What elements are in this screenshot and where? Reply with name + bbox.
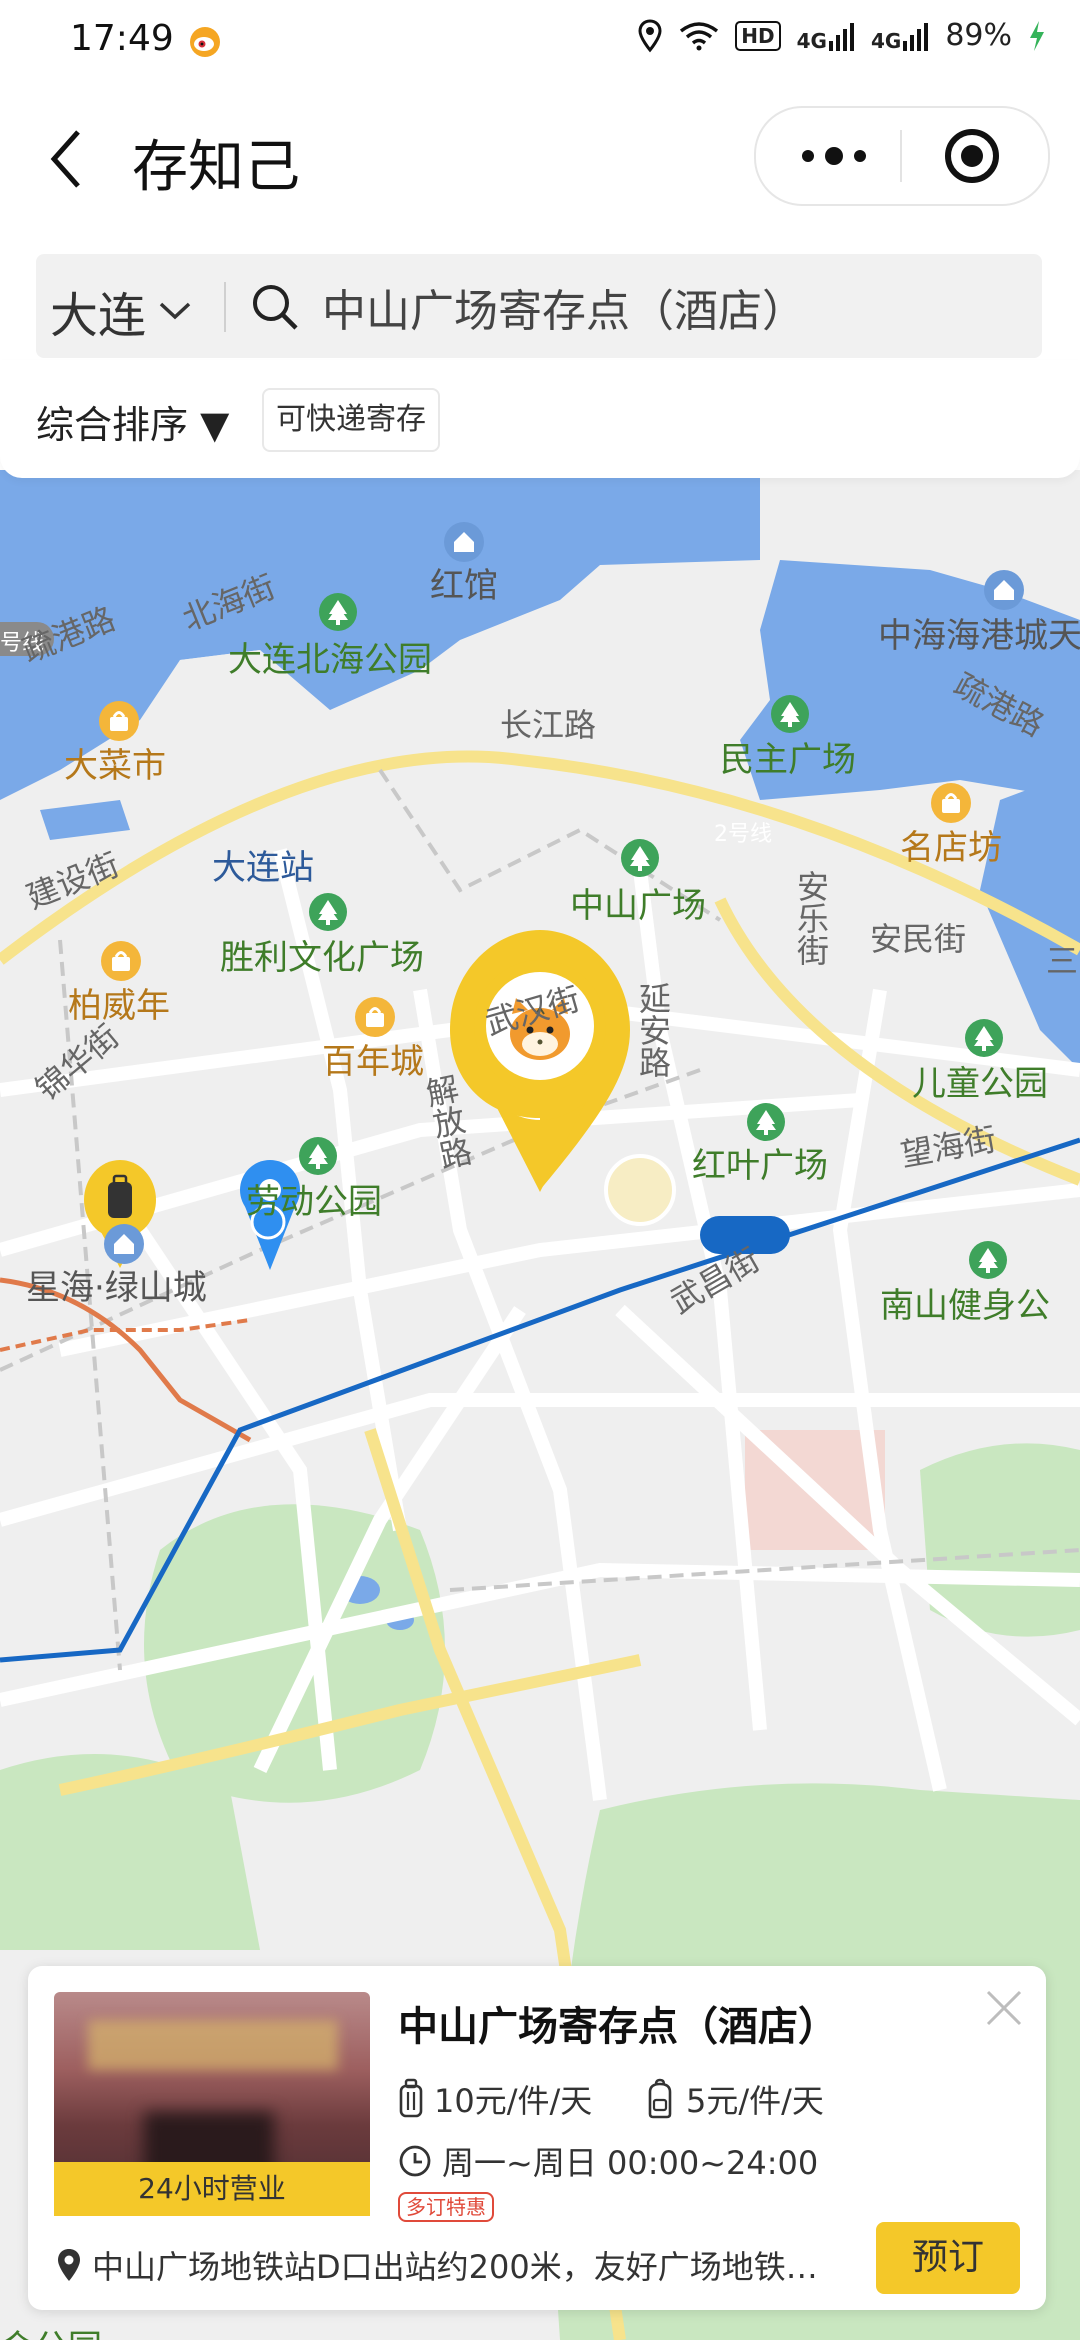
map-label-line2: 2号线	[714, 822, 772, 847]
weibo-icon	[190, 27, 220, 57]
shopping-poi-icon-2	[931, 783, 971, 823]
rail-lines	[0, 768, 1080, 1671]
home-poi-icon	[444, 522, 484, 562]
location-icon	[638, 18, 662, 52]
price-backpack: 5元/件/天	[644, 2076, 824, 2122]
store-card[interactable]: 24小时营业 中山广场寄存点（酒店） 10元/件/天 5元/件/天 周一~周日 …	[28, 1966, 1046, 2310]
price-backpack-text: 5元/件/天	[686, 2082, 824, 2120]
hours-badge: 24小时营业	[54, 2162, 370, 2216]
zhongshan-roundabout	[604, 1154, 676, 1226]
signal-icon-2: 4G	[871, 21, 929, 51]
map-label-laodong-park: 劳动公园	[246, 1182, 382, 1222]
map-label-zhongshan-square: 中山广场	[570, 886, 706, 926]
filter-bar: 综合排序 ▼ 可快递寄存	[0, 360, 1080, 478]
park-poi-icon-6	[747, 1103, 785, 1141]
map-label-dalian-station: 大连站	[212, 848, 314, 888]
close-target-icon[interactable]	[942, 126, 1002, 186]
map-label-honguan: 红馆	[430, 566, 498, 606]
park-poi-icon-2	[771, 695, 809, 733]
signal-icon-1: 4G	[797, 21, 855, 51]
status-time: 17:49	[70, 18, 174, 59]
store-photo-sign	[88, 2020, 338, 2070]
map-label-mingdianfang: 名店坊	[900, 828, 1002, 868]
map-label-changjiang-road: 长江路	[500, 706, 597, 744]
map-label-beihai-park: 大连北海公园	[228, 640, 432, 680]
shopping-poi-icon	[99, 701, 139, 741]
map-label-xinghai: 星海·绿山城	[26, 1268, 207, 1308]
opening-hours: 周一~周日 00:00~24:00	[398, 2138, 818, 2184]
luggage-icon	[399, 2078, 423, 2118]
location-pin-icon	[58, 2249, 80, 2281]
price-luggage: 10元/件/天	[398, 2076, 592, 2122]
status-icons: HD 4G 4G 89%	[637, 18, 1046, 53]
search-input[interactable]	[320, 272, 1024, 342]
search-icon	[253, 285, 298, 330]
backpack-icon	[648, 2078, 672, 2119]
map-label-ertong-park: 儿童公园	[912, 1064, 1048, 1104]
hd-icon: HD	[735, 20, 781, 51]
map-label-corner: 会公园	[0, 2320, 102, 2340]
mini-program-capsule	[754, 106, 1050, 206]
store-address-text: 中山广场地铁站D口出站约200米，友好广场地铁…	[92, 2248, 818, 2286]
map-label-nanshan: 南山健身公	[880, 1286, 1050, 1326]
opening-hours-text: 周一~周日 00:00~24:00	[442, 2144, 819, 2182]
price-luggage-text: 10元/件/天	[434, 2082, 593, 2120]
map-label-dacai-market: 大菜市	[64, 746, 166, 786]
home-poi-icon-2	[984, 570, 1024, 610]
shopping-poi-icon-3	[101, 941, 141, 981]
battery-level: 89%	[945, 18, 1012, 53]
shopping-poi-icon-4	[355, 997, 395, 1037]
express-storage-filter[interactable]: 可快递寄存	[262, 388, 440, 452]
wifi-icon	[680, 21, 719, 50]
sort-dropdown[interactable]: 综合排序 ▼	[36, 394, 229, 449]
city-label: 大连	[50, 288, 147, 344]
status-bar: 17:49 HD 4G 4G 89%	[0, 0, 1080, 82]
park-poi-icon-5	[965, 1019, 1003, 1057]
search-divider	[224, 282, 226, 332]
city-selector[interactable]: 大连	[50, 276, 192, 346]
map-label-baiweinian: 柏威年	[68, 986, 170, 1026]
title-bar: 存知己	[0, 82, 1080, 232]
park-poi-icon-7	[299, 1137, 337, 1175]
map-label-yanan-road: 延安路	[634, 982, 672, 1078]
park-poi-icon-8	[969, 1241, 1007, 1279]
clock-icon	[399, 2145, 431, 2177]
book-button[interactable]: 预订	[876, 2222, 1020, 2294]
page-title: 存知己	[132, 135, 300, 200]
map-label-anle-street: 安乐街	[792, 870, 830, 966]
charging-icon	[1030, 20, 1044, 51]
close-icon[interactable]	[984, 1988, 1024, 2028]
more-icon[interactable]	[794, 138, 874, 174]
map-label-anmin-street: 安民街	[870, 920, 967, 958]
park-poi-icon	[319, 593, 357, 631]
pier-2	[40, 800, 130, 840]
capsule-divider	[900, 130, 902, 182]
map-label-bainiancheng: 百年城	[322, 1042, 424, 1082]
store-address: 中山广场地铁站D口出站约200米，友好广场地铁…	[56, 2242, 876, 2288]
back-arrow-icon[interactable]	[44, 124, 88, 194]
map-label-hongye-square: 红叶广场	[692, 1146, 828, 1186]
park-poi-icon-3	[621, 839, 659, 877]
search-bar: 大连	[36, 254, 1042, 358]
promo-tag: 多订特惠	[398, 2192, 494, 2222]
store-title: 中山广场寄存点（酒店）	[398, 2004, 838, 2050]
map-label-zhonghai: 中海海港城天	[878, 616, 1080, 656]
map-label-san: 三	[1046, 942, 1079, 980]
home-poi-icon-3	[104, 1224, 144, 1264]
map-label-shengli-square: 胜利文化广场	[220, 938, 424, 978]
map-label-minzhu-square: 民主广场	[720, 740, 856, 780]
chevron-down-icon	[159, 302, 191, 320]
park-poi-icon-4	[309, 893, 347, 931]
